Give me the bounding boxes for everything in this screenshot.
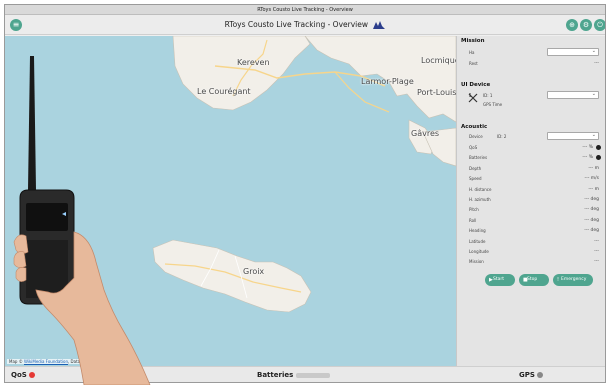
gps-time-label: GPS Time — [483, 102, 503, 107]
reading-value: --- % — [582, 145, 593, 150]
batteries-status: Batteries — [257, 371, 331, 379]
start-label: Start — [493, 277, 504, 282]
logo-icon — [373, 21, 386, 29]
attribution-rest: , Data — [68, 359, 81, 364]
stop-icon: ■ — [523, 277, 528, 283]
stop-label: Stop — [527, 277, 538, 282]
power-button[interactable]: ⏻ — [594, 19, 605, 31]
chevron-down-icon: ⌄ — [591, 48, 596, 54]
crosshair-icon: ⊕ — [569, 21, 575, 29]
reading-label: Roll — [469, 217, 477, 223]
place-label: Kereven — [237, 58, 270, 67]
warning-icon: ! — [557, 277, 560, 283]
ui-device-id: ID: 1 — [483, 93, 493, 98]
app-title-area: RToys Cousto Live Tracking - Overview — [5, 15, 605, 35]
emergency-button[interactable]: ! Emergency — [553, 274, 593, 286]
place-label: Larmor-Plage — [361, 77, 414, 86]
power-icon: ⏻ — [597, 21, 603, 29]
crosshair-button[interactable]: ⊕ — [566, 19, 578, 31]
reading-label: Mission — [469, 259, 484, 265]
reading-label: Latitude — [469, 238, 486, 244]
reading-value: --- m/s — [584, 176, 599, 182]
gear-icon: ⚙ — [582, 21, 590, 29]
reading-value: --- m — [588, 165, 599, 171]
mission-select[interactable]: ⌄ — [547, 48, 599, 56]
reading-label: Longitude — [469, 249, 489, 254]
reading-value: --- % — [582, 155, 593, 161]
device-label: Device — [469, 134, 483, 139]
mission-rest-value: --- — [594, 61, 599, 66]
place-label: Groix — [243, 267, 265, 276]
reading-value: --- m — [588, 186, 599, 192]
gps-label: GPS — [519, 371, 535, 379]
reading-value: --- deg — [584, 228, 599, 234]
ui-device-select[interactable]: ⌄ — [547, 91, 599, 99]
info-panel: Mission Ha ⌄ Rest --- UI Device ID: 1 ⌄ … — [456, 36, 605, 366]
reading-label: Speed — [469, 176, 482, 182]
batteries-label: Batteries — [257, 371, 294, 379]
device-disconnected-icon — [468, 93, 478, 103]
reading-value: --- deg — [584, 207, 599, 213]
emergency-label: Emergency — [561, 277, 587, 282]
status-bar: QoS Batteries GPS — [5, 366, 605, 382]
mission-row-label: Ha — [469, 50, 475, 55]
page-title: RToys Cousto Live Tracking - Overview — [224, 20, 368, 29]
acoustic-device-select[interactable]: ⌄ — [547, 132, 599, 140]
reading-label: Pitch — [469, 207, 479, 213]
gps-status: GPS — [519, 371, 543, 379]
attribution-link[interactable]: WikiMedia Foundation — [24, 359, 68, 364]
place-label: Locmiqué — [421, 56, 456, 65]
reading-label: Heading — [469, 228, 486, 234]
place-label: Le Courégant — [197, 87, 251, 96]
reading-label: QoS — [469, 145, 478, 150]
reading-label: H. distance — [469, 186, 492, 192]
map-attribution: Map © WikiMedia Foundation, Data — [7, 359, 83, 364]
status-dot-icon — [596, 145, 601, 150]
reading-value: --- — [594, 249, 599, 254]
window-title: RToys Cousto Live Tracking - Overview — [5, 5, 605, 15]
place-label: Port-Louis — [417, 88, 456, 97]
reading-value: --- deg — [584, 197, 599, 202]
device-id: ID: 2 — [497, 134, 507, 139]
reading-label: Batteries — [469, 155, 488, 161]
chevron-down-icon: ⌄ — [591, 132, 596, 138]
reading-value: --- — [594, 259, 599, 265]
map-view[interactable]: Kereven Locmiqué Larmor-Plage Le Couréga… — [5, 36, 456, 366]
place-label: Gâvres — [411, 129, 440, 138]
mission-title: Mission — [461, 38, 485, 44]
start-button[interactable]: ▶ Start — [485, 274, 515, 286]
attribution-prefix: Map © — [9, 359, 24, 364]
reading-label: H. azimuth — [469, 197, 491, 202]
ui-device-title: UI Device — [461, 82, 491, 88]
app-window: RToys Cousto Live Tracking - Overview ≡ … — [4, 4, 606, 383]
app-header: ≡ RToys Cousto Live Tracking - Overview … — [5, 15, 605, 35]
chevron-down-icon: ⌄ — [591, 91, 596, 97]
battery-bar — [296, 372, 331, 378]
qos-label: QoS — [11, 371, 27, 379]
acoustic-title: Acoustic — [461, 124, 488, 130]
reading-value: --- — [594, 238, 599, 244]
qos-status: QoS — [11, 371, 35, 379]
qos-indicator — [28, 372, 35, 378]
play-icon: ▶ — [489, 277, 493, 283]
status-dot-icon — [596, 155, 601, 161]
gps-indicator — [536, 372, 543, 378]
reading-value: --- deg — [584, 217, 599, 223]
mission-rest-label: Rest — [469, 61, 478, 66]
reading-label: Depth — [469, 165, 482, 171]
settings-button[interactable]: ⚙ — [580, 19, 592, 31]
stop-button[interactable]: ■ Stop — [519, 274, 549, 286]
